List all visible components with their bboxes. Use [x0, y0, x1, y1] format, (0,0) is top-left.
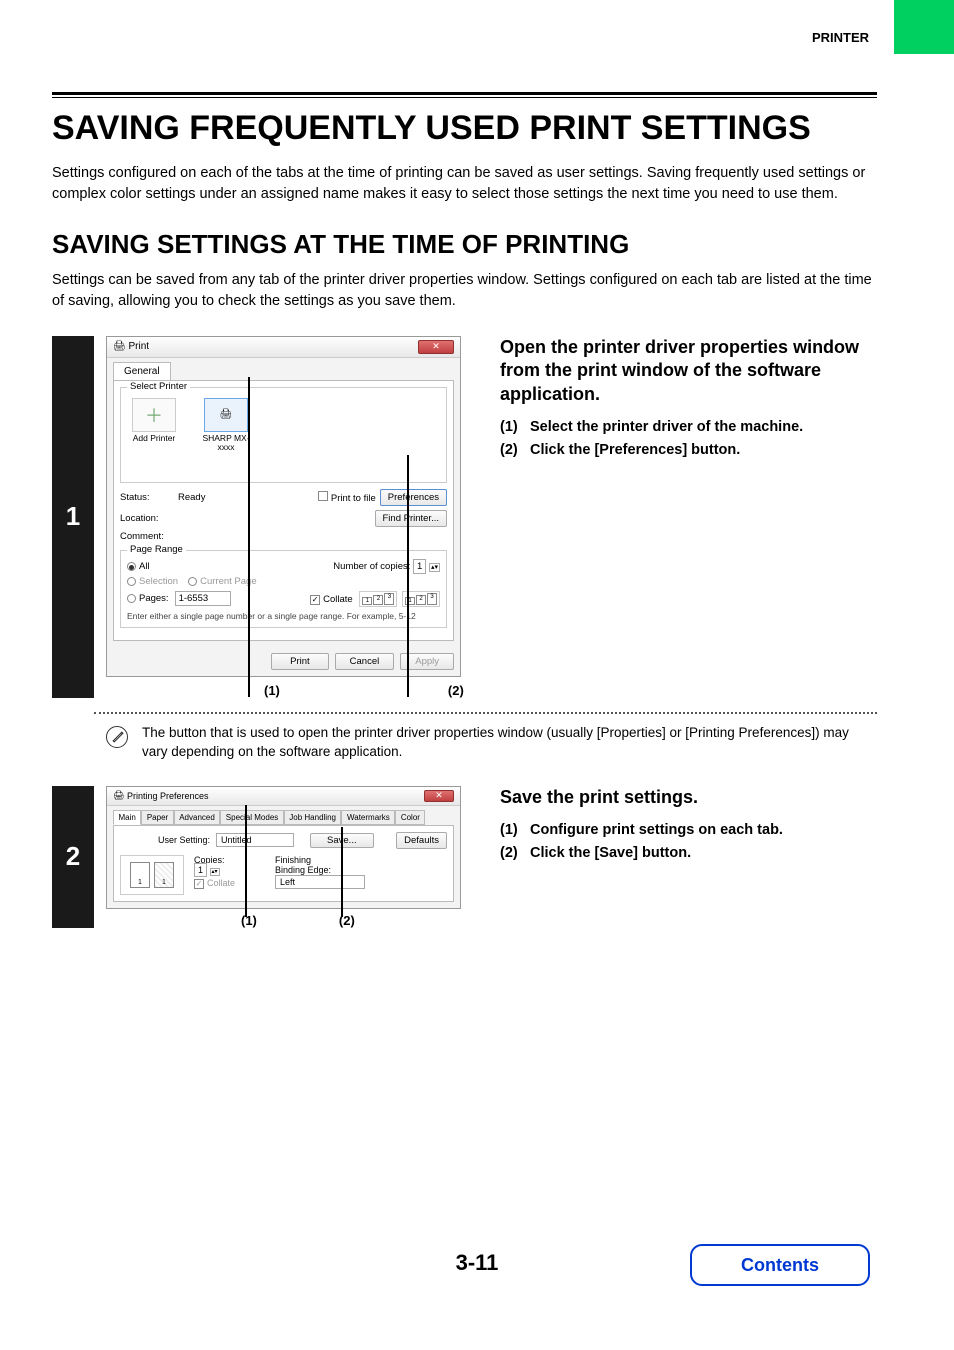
printer-icon: 🖨 — [113, 790, 124, 801]
collate-checkbox-2[interactable]: ✓ — [194, 879, 204, 889]
step-1-item-2: (2)Click the [Preferences] button. — [500, 439, 877, 462]
step-2: 2 🖨 Printing Preferences ✕ Main Paper Ad… — [52, 786, 877, 928]
page-title: SAVING FREQUENTLY USED PRINT SETTINGS — [52, 108, 877, 149]
add-printer-icon: ＋ — [145, 402, 163, 428]
tab-general[interactable]: General — [113, 362, 171, 380]
tab-special-modes[interactable]: Special Modes — [220, 810, 283, 825]
status-value: Ready — [178, 492, 205, 503]
tab-paper[interactable]: Paper — [141, 810, 173, 825]
close-icon[interactable]: ✕ — [418, 340, 454, 354]
group-select-printer: Select Printer — [127, 381, 190, 392]
contents-button[interactable]: Contents — [690, 1244, 870, 1286]
section-paragraph: Settings can be saved from any tab of th… — [52, 270, 877, 312]
callout-1-label: (1) — [264, 683, 280, 698]
radio-current-page[interactable] — [188, 577, 197, 586]
printer-icon: 🖨 — [113, 341, 126, 352]
tab-job-handling[interactable]: Job Handling — [284, 810, 342, 825]
intro-paragraph: Settings configured on each of the tabs … — [52, 163, 877, 205]
defaults-button[interactable]: Defaults — [396, 832, 447, 849]
radio-all[interactable] — [127, 562, 136, 571]
step-number: 1 — [52, 336, 94, 698]
title-rule-top — [52, 92, 877, 95]
section-heading: SAVING SETTINGS AT THE TIME OF PRINTING — [52, 229, 877, 260]
step-2-title: Save the print settings. — [500, 786, 877, 809]
printer-device-icon: 🖨 — [220, 409, 233, 420]
tab-advanced[interactable]: Advanced — [174, 810, 221, 825]
close-icon[interactable]: ✕ — [424, 790, 454, 802]
pref-dialog-title: Printing Preferences — [127, 791, 209, 801]
step-1-title: Open the printer driver properties windo… — [500, 336, 877, 406]
title-rule-bottom — [52, 97, 877, 98]
print-dialog-figure: 🖨 Print ✕ General Select Printer ＋ Add P… — [106, 336, 461, 677]
preferences-button[interactable]: Preferences — [380, 489, 447, 506]
tab-main[interactable]: Main — [113, 810, 141, 825]
find-printer-button[interactable]: Find Printer... — [375, 510, 448, 527]
copies-input[interactable]: 1 — [194, 863, 207, 877]
group-page-range: Page Range — [127, 544, 186, 555]
dotted-separator — [94, 712, 877, 714]
step-1: 1 🖨 Print ✕ General Select Printer — [52, 336, 877, 698]
radio-all-label: All — [139, 561, 150, 572]
step-2-item-1: (1)Configure print settings on each tab. — [500, 819, 877, 842]
printing-preferences-figure: 🖨 Printing Preferences ✕ Main Paper Adva… — [106, 786, 461, 909]
collate-label: Collate — [323, 594, 353, 605]
pages-input[interactable]: 1-6553 — [175, 591, 231, 606]
orientation-preview — [120, 855, 184, 895]
note-text: The button that is used to open the prin… — [142, 724, 877, 762]
print-to-file-checkbox[interactable] — [318, 491, 328, 501]
add-printer-item[interactable]: ＋ Add Printer — [127, 398, 181, 453]
spinner-icon[interactable]: ▴▾ — [210, 868, 220, 876]
cancel-button[interactable]: Cancel — [335, 653, 395, 670]
finishing-label: Finishing — [275, 855, 365, 865]
copies-input[interactable]: 1 — [413, 559, 426, 574]
page-accent-bar — [894, 0, 954, 54]
comment-label: Comment: — [120, 531, 178, 542]
callout-line-1 — [245, 805, 247, 917]
tab-watermarks[interactable]: Watermarks — [341, 810, 395, 825]
spinner-icon[interactable]: ▴▾ — [429, 563, 440, 572]
status-label: Status: — [120, 492, 178, 503]
callout-line-2 — [341, 827, 343, 917]
binding-label: Binding Edge: — [275, 865, 365, 875]
step-2-item-2: (2)Click the [Save] button. — [500, 842, 877, 865]
step-1-item-1: (1)Select the printer driver of the mach… — [500, 416, 877, 439]
callout-2-label: (2) — [448, 683, 464, 698]
callout-line-1 — [248, 377, 250, 697]
copies-label: Number of copies: — [333, 561, 410, 572]
user-setting-select[interactable]: Untitled — [216, 833, 294, 847]
radio-selection[interactable] — [127, 577, 136, 586]
location-label: Location: — [120, 513, 178, 524]
dialog-title: Print — [128, 341, 149, 352]
collate-icon: 123 — [359, 591, 397, 607]
section-label: PRINTER — [812, 30, 869, 45]
collate-label-2: Collate — [207, 878, 235, 888]
radio-pages-label: Pages: — [139, 593, 169, 604]
binding-select[interactable]: Left — [275, 875, 365, 889]
callout-1-label: (1) — [241, 913, 257, 928]
collate-checkbox[interactable]: ✓ — [310, 595, 320, 605]
callout-line-2 — [407, 455, 409, 697]
note-icon — [106, 726, 128, 748]
radio-pages[interactable] — [127, 594, 136, 603]
sharp-printer-item[interactable]: 🖨 SHARP MX-xxxx — [199, 398, 253, 453]
radio-selection-label: Selection — [139, 576, 178, 587]
step-number: 2 — [52, 786, 94, 928]
print-to-file-label: Print to file — [331, 493, 376, 504]
tab-color[interactable]: Color — [395, 810, 425, 825]
print-button[interactable]: Print — [271, 653, 329, 670]
user-setting-label: User Setting: — [158, 835, 210, 845]
pages-hint: Enter either a single page number or a s… — [127, 611, 416, 621]
